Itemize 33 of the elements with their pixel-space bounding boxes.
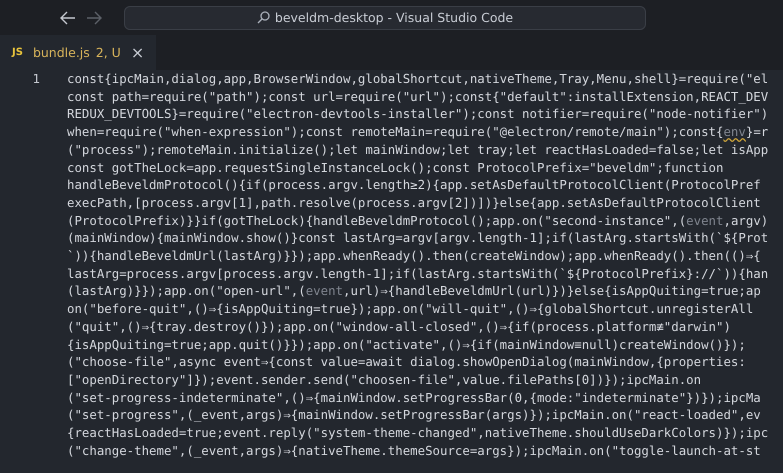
code-line: (mainWindow){mainWindow.show()}const lastArg=argv[argv.length-1];if(lastArg.startsWith(`${Prot [67,229,770,248]
code-line: {reactHasLoaded=true;event.reply("system-theme-changed",nativeTheme.shouldUseDarkColors)});ipc [67,424,770,442]
close-tab-button[interactable]: × [130,43,144,62]
tab-status: 2, U [96,45,121,60]
code-line: when=require("when-expression");const remoteMain=require("@electron/remote/main");const{env}=r [67,123,770,141]
code-line: (ProtocolPrefix)}}if(gotTheLock){handleBeveldmProtocol();app.on("second-instance",(event,argv) [67,212,770,230]
file-type-icon: JS [12,47,23,58]
code-line: lastArg=process.argv[process.argv.length-1];if(lastArg.startsWith(`${ProtocolPrefix}://`)){han [67,264,770,282]
code-line: const path=require("path");const url=require("url");const{"default":installExtension,REACT_DEV [67,88,770,106]
window-title: beveldm-desktop - Visual Studio Code [274,10,514,25]
code-line: `)){handleBeveldmUrl(lastArg)}});app.whenReady().then(createWindow);app.whenReady().then(()⇒{ [67,247,762,265]
code-line: const{ipcMain,dialog,app,BrowserWindow,globalShortcut,nativeTheme,Tray,Menu,shell}=require("el [67,70,770,88]
code-line: handleBeveldmProtocol(){if(process.argv.length≥2){app.setAsDefaultProtocolClient(ProtocolPref [67,176,762,194]
code-line: ("process");remoteMain.initialize();let mainWindow;let tray;let reactHasLoaded=false;let isApp [67,140,770,159]
code-line: ("quit",()⇒{tray.destroy()});app.on("window-all-closed",()⇒{if(process.platform≢"darwin") [67,318,732,336]
code-line: {isAppQuiting=true;app.quit()}});app.on("activate",()⇒{if(mainWindow≡null)createWindow()}); [67,336,747,354]
code-line: const gotTheLock=app.requestSingleInstanceLock();const ProtocolPrefix="beveldm";function [67,158,724,176]
search-icon [256,11,270,24]
command-center-search[interactable]: beveldm-desktop - Visual Studio Code [124,6,646,30]
code-line: on("before-quit",()⇒{isAppQuiting=true});app.on("will-quit",()⇒{globalShortcut.unregisterAll [67,300,754,318]
line-number: 1 [32,70,40,88]
code-line: (lastArg)}});app.on("open-url",(event,url)⇒{handleBeveldmUrl(url)})}else{isAppQuiting=true;ap [67,282,762,300]
code-line: ("change-theme",(_event,args)⇒{nativeTheme.themeSource=args});ipcMain.on("toggle-launch-at-st [67,442,762,460]
editor-tab[interactable]: JS bundle.js 2, U × [0,35,156,70]
forward-arrow-icon[interactable] [86,10,102,24]
back-arrow-icon[interactable] [60,10,76,24]
code-line: ("choose-file",async event⇒{const value=await dialog.showOpenDialog(mainWindow,{properties: [67,353,747,371]
code-line: REDUX_DEVTOOLS}=require("electron-devtools-installer");const notifier=require("node-notifier") [67,105,770,124]
code-line: ("set-progress",(_event,args)⇒{mainWindow.setProgressBar(args)});ipcMain.on("react-loaded",ev [67,406,762,424]
code-line: ["openDirectory"]});event.sender.send("choosen-file",value.filePaths[0])});ipcMain.on [67,370,702,389]
code-line: ("set-progress-indeterminate",()⇒{mainWindow.setProgressBar(0,{mode:"indeterminate"})});ipcMa [67,388,762,406]
tab-label: bundle.js [32,45,90,60]
code-line: execPath,[process.argv[1],path.resolve(process.argv[2])])}else{app.setAsDefaultProtocolClient [67,194,762,212]
